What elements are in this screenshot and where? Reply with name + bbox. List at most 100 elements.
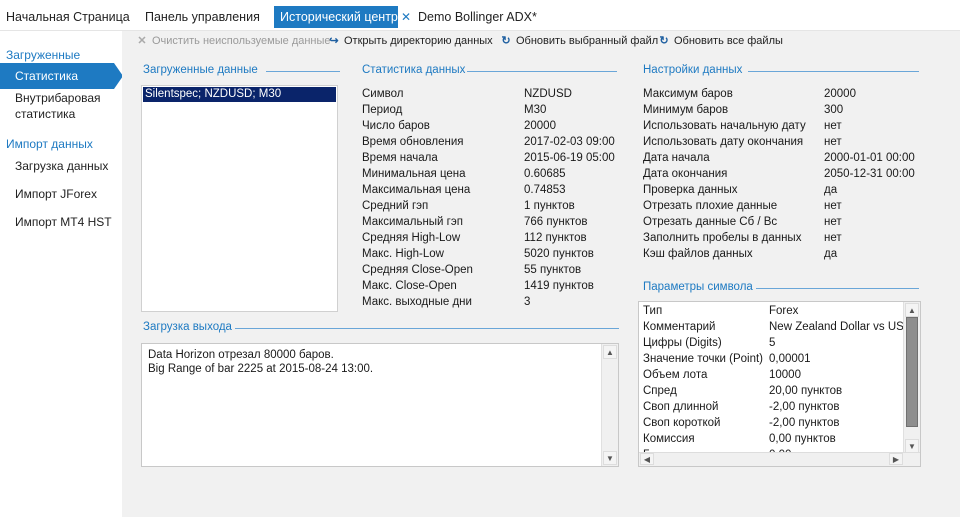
row-label: Минимальная цена: [362, 168, 466, 180]
row-value: 55 пунктов: [524, 264, 582, 276]
scroll-left-icon[interactable]: ◀: [640, 453, 654, 465]
row-value: 2017-02-03 09:00: [524, 136, 615, 148]
row-label: Отрезать данные Сб / Вс: [643, 216, 778, 228]
row-value: -2,00 пунктов: [769, 401, 840, 413]
row-label: Максимальная цена: [362, 184, 471, 196]
vertical-scrollbar[interactable]: ▲ ▼: [601, 344, 618, 466]
scroll-right-icon[interactable]: ▶: [889, 453, 903, 465]
scroll-up-icon[interactable]: ▲: [905, 303, 919, 317]
table-row: Макс. Close-Open 1419 пунктов: [362, 278, 622, 294]
table-row: Комментарий New Zealand Dollar vs US D: [643, 319, 915, 335]
table-row: Отрезать плохие данные нет: [643, 198, 923, 214]
sidebar-item-load-data[interactable]: Загрузка данных: [0, 158, 122, 174]
row-label: Время обновления: [362, 136, 464, 148]
output-log[interactable]: Data Horizon отрезал 80000 баров. Big Ra…: [141, 343, 619, 467]
row-label: Средняя High-Low: [362, 232, 461, 244]
list-item[interactable]: Silentspec; NZDUSD; M30: [143, 87, 336, 102]
vertical-scrollbar[interactable]: ▲ ▼: [903, 302, 920, 454]
row-value: нет: [824, 120, 842, 132]
row-label: Своп длинной: [643, 401, 719, 413]
divider: [756, 288, 919, 289]
clear-unused-button[interactable]: ✕ Очистить неиспользуемые данные: [135, 33, 330, 49]
row-label: Максимальный гэп: [362, 216, 463, 228]
table-row: Использовать начальную дату нет: [643, 118, 923, 134]
row-value: 2050-12-31 00:00: [824, 168, 915, 180]
table-row: Максимальная цена 0.74853: [362, 182, 622, 198]
table-row: Тип Forex: [643, 303, 905, 319]
sidebar-item-import-mt4[interactable]: Импорт MT4 HST: [0, 214, 122, 230]
loaded-data-list[interactable]: Silentspec; NZDUSD; M30: [141, 85, 338, 312]
table-row: Средний гэп 1 пунктов: [362, 198, 622, 214]
sidebar-item-intrabar-statistics[interactable]: Внутрибаровая статистика: [0, 90, 110, 122]
row-value: 0,00001: [769, 353, 811, 365]
table-row: Значение точки (Point) 0,00001: [643, 351, 905, 367]
horizontal-scrollbar[interactable]: ◀ ▶: [639, 452, 920, 466]
row-label: Цифры (Digits): [643, 337, 722, 349]
scroll-down-icon[interactable]: ▼: [905, 439, 919, 453]
row-label: Объем лота: [643, 369, 708, 381]
symbol-params-grid[interactable]: Тип Forex Комментарий New Zealand Dollar vs…: [638, 301, 921, 467]
refresh-icon: ↻: [501, 35, 511, 47]
row-label: Средний гэп: [362, 200, 429, 212]
table-row: Символ NZDUSD: [362, 86, 622, 102]
divider: [748, 71, 919, 72]
refresh-selected-button[interactable]: ↻ Обновить выбранный файл: [499, 33, 658, 49]
table-row: Макс. High-Low 5020 пунктов: [362, 246, 622, 262]
row-value: 20000: [524, 120, 556, 132]
row-label: Средняя Close-Open: [362, 264, 473, 276]
table-row: Минимальная цена 0.60685: [362, 166, 622, 182]
table-row: Средняя High-Low 112 пунктов: [362, 230, 622, 246]
row-value: нет: [824, 136, 842, 148]
tab-demo-bollinger[interactable]: Demo Bollinger ADX*: [412, 6, 543, 28]
settings-table: Максимум баров 20000 Минимум баров 300 Испол…: [643, 86, 923, 262]
row-value: нет: [824, 200, 842, 212]
symbol-params-table: Тип Forex Комментарий New Zealand Dollar vs…: [643, 303, 915, 463]
row-label: Заполнить пробелы в данных: [643, 232, 802, 244]
row-value: 1419 пунктов: [524, 280, 594, 292]
sidebar-item-data-statistics[interactable]: Статистика данных: [0, 63, 123, 109]
row-label: Дата начала: [643, 152, 710, 164]
tab-dashboard[interactable]: Панель управления: [139, 6, 266, 28]
table-row: Максимальный гэп 766 пунктов: [362, 214, 622, 230]
row-value: 2000-01-01 00:00: [824, 152, 915, 164]
row-value: 300: [824, 104, 844, 116]
table-row: Комиссия 0,00 пунктов: [643, 431, 905, 447]
refresh-all-button[interactable]: ↻ Обновить все файлы: [657, 33, 783, 49]
statistics-table: Символ NZDUSD Период M30 Число баров 20000 Вре…: [362, 86, 622, 310]
row-value: M30: [524, 104, 547, 116]
row-value: 112 пунктов: [524, 232, 587, 244]
scroll-down-icon[interactable]: ▼: [603, 451, 617, 465]
divider: [235, 328, 619, 329]
main-panel: ✕ Очистить неиспользуемые данные ↪ Открыть…: [122, 31, 960, 517]
open-directory-button[interactable]: ↪ Открыть директорию данных: [327, 33, 492, 49]
table-row: Дата окончания 2050-12-31 00:00: [643, 166, 923, 182]
log-line: Data Horizon отрезал 80000 баров.: [148, 349, 334, 361]
scroll-thumb[interactable]: [906, 317, 918, 427]
scroll-up-icon[interactable]: ▲: [603, 345, 617, 359]
row-label: Время начала: [362, 152, 438, 164]
row-value: 10000: [769, 369, 801, 381]
tab-bar: Начальная Страница Панель управления Ист…: [0, 0, 960, 31]
tab-home[interactable]: Начальная Страница: [0, 6, 136, 28]
row-label: Символ: [362, 88, 404, 100]
table-row: Время начала 2015-06-19 05:00: [362, 150, 622, 166]
loaded-data-title: Загруженные данные: [143, 64, 258, 76]
sidebar-group-data-import[interactable]: Импорт данных: [6, 137, 93, 151]
row-value: -2,00 пунктов: [769, 417, 840, 429]
row-label: Тип: [643, 305, 663, 317]
sidebar-item-import-jforex[interactable]: Импорт JForex: [0, 186, 122, 202]
tab-history-center[interactable]: Исторический центр: [274, 6, 398, 28]
row-label: Проверка данных: [643, 184, 738, 196]
row-label: Использовать дату окончания: [643, 136, 804, 148]
row-label: Число баров: [362, 120, 430, 132]
row-label: Спред: [643, 385, 677, 397]
row-value: NZDUSD: [524, 88, 572, 100]
divider: [467, 71, 617, 72]
table-row: Время обновления 2017-02-03 09:00: [362, 134, 622, 150]
table-row: Использовать дату окончания нет: [643, 134, 923, 150]
row-value: 2015-06-19 05:00: [524, 152, 615, 164]
table-row: Макс. выходные дни 3: [362, 294, 622, 310]
row-value: 1 пунктов: [524, 200, 575, 212]
row-label: Макс. Close-Open: [362, 280, 457, 292]
row-label: Отрезать плохие данные: [643, 200, 778, 212]
